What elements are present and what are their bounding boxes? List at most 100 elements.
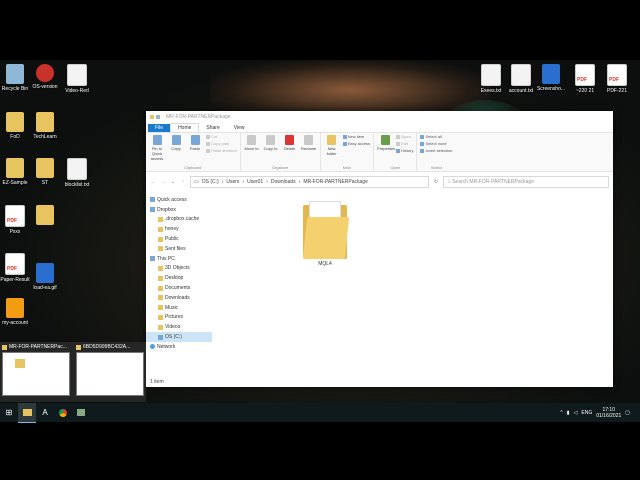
nav-item[interactable]: Network	[146, 342, 212, 352]
search-placeholder: Search MR-FOR-PARTNERPackage	[452, 179, 534, 185]
app-a-taskbar-icon[interactable]: A	[36, 403, 54, 422]
copy-path-icon	[206, 141, 210, 146]
invert-selection-button[interactable]: Invert selection	[420, 148, 452, 153]
notification-icon[interactable]: ▢	[625, 410, 630, 416]
history-button[interactable]: History	[396, 148, 413, 153]
thumbnail-window[interactable]: MR-FOR-PARTNERPac...	[2, 344, 70, 400]
star-icon	[150, 197, 155, 203]
rename-button[interactable]: Rename	[301, 134, 317, 151]
desktop-icon[interactable]: load-ea.gif	[24, 263, 66, 291]
file-icon	[36, 64, 54, 82]
new-item-icon	[342, 134, 347, 139]
move-to-button[interactable]: Move to	[244, 134, 260, 151]
desktop-icon[interactable]: my-account	[0, 298, 36, 326]
breadcrumb-item[interactable]: Downloads	[271, 179, 296, 185]
breadcrumb-item[interactable]: User01	[247, 179, 263, 185]
quick-access-toolbar-icon[interactable]	[156, 114, 160, 119]
chrome-taskbar-icon[interactable]	[54, 403, 72, 422]
tab-home[interactable]: Home	[170, 123, 200, 132]
tab-share[interactable]: Share	[199, 124, 226, 132]
group-label: Open	[390, 165, 401, 170]
thumbnail-title: MR-FOR-PARTNERPac...	[9, 344, 67, 350]
taskbar-thumbnails: MR-FOR-PARTNERPac... 6BD5D999BC432A...	[0, 342, 146, 402]
desktop-icon-label: TechLearn	[33, 134, 57, 140]
new-folder-button[interactable]: New folder	[324, 134, 340, 156]
thumbnail-window[interactable]: 6BD5D999BC432A...	[76, 344, 144, 400]
open-button[interactable]: Open	[396, 134, 413, 139]
nav-item[interactable]: .dropbox.cache	[146, 215, 212, 225]
delete-button[interactable]: Delete	[282, 134, 298, 151]
chevron-down-icon[interactable]: ⌄	[170, 179, 176, 185]
chevron-right-icon: ›	[266, 179, 268, 185]
pin-quick-access-button[interactable]: Pin to Quick access	[149, 134, 165, 161]
refresh-icon[interactable]: ↻	[433, 179, 439, 185]
forward-arrow-icon[interactable]: →	[160, 179, 166, 185]
select-none-button[interactable]: Select none	[420, 141, 452, 146]
up-arrow-icon[interactable]: ↑	[180, 179, 186, 185]
desktop-icon[interactable]: Video-Red	[56, 64, 98, 94]
folder-item[interactable]: MQL4	[300, 201, 350, 267]
copy-to-button[interactable]: Copy to	[263, 134, 279, 151]
breadcrumb-item[interactable]: MR-FOR-PARTNERPackage	[303, 179, 368, 185]
app-taskbar-icon[interactable]	[72, 403, 90, 422]
nav-item[interactable]: Documents	[146, 283, 212, 293]
edit-icon	[396, 141, 401, 146]
chevron-up-icon[interactable]: ^	[560, 410, 562, 416]
nav-item[interactable]: 3D Objects	[146, 264, 212, 274]
nav-item[interactable]: Desktop	[146, 273, 212, 283]
folder-icon	[158, 324, 163, 330]
desktop-icon[interactable]: blocklist.txt	[56, 158, 98, 188]
nav-item[interactable]: This PC	[146, 254, 212, 264]
search-input[interactable]: ⌕ Search MR-FOR-PARTNERPackage	[443, 176, 609, 188]
nav-item-label: Videos	[165, 324, 181, 331]
folder-name: MQL4	[318, 261, 332, 267]
pc-icon: ▭	[194, 179, 199, 185]
nav-item[interactable]: Quick access	[146, 195, 212, 205]
nav-item[interactable]: Public	[146, 234, 212, 244]
language-indicator[interactable]: ENG	[581, 410, 592, 416]
folder-icon	[158, 305, 163, 311]
paste-button[interactable]: Paste	[187, 134, 203, 151]
nav-item[interactable]: honey	[146, 224, 212, 234]
volume-icon[interactable]: ◁	[574, 410, 578, 416]
breadcrumb-item[interactable]: OS (C:)	[202, 179, 219, 185]
desktop-icon[interactable]	[24, 205, 66, 227]
new-item-button[interactable]: New item	[342, 134, 370, 139]
nav-item[interactable]: Sent files	[146, 244, 212, 254]
nav-item[interactable]: Dropbox	[146, 205, 212, 215]
desktop-icon[interactable]: PDF-221	[596, 64, 638, 94]
copy-button[interactable]: Copy	[168, 134, 184, 151]
title-bar: MR-FOR-PARTNERPackage	[146, 111, 613, 122]
tab-file[interactable]: File	[148, 124, 171, 132]
clock[interactable]: 17:10 01/16/2021	[596, 407, 621, 419]
tab-view[interactable]: View	[227, 124, 252, 132]
cut-button[interactable]: Cut	[206, 134, 237, 139]
nav-item-label: This PC	[157, 255, 175, 262]
file-list: MQL4	[212, 193, 613, 379]
desktop-icon[interactable]: TechLearn	[24, 112, 66, 140]
nav-item[interactable]: Videos	[146, 322, 212, 332]
windows-start-icon[interactable]: ⊞	[0, 403, 18, 422]
edit-button[interactable]: Edit	[396, 141, 413, 146]
folder-icon	[158, 285, 163, 291]
nav-item[interactable]: Music	[146, 303, 212, 313]
paste-shortcut-button[interactable]: Paste shortcut	[206, 148, 237, 153]
open-icon	[396, 134, 401, 139]
select-all-button[interactable]: Select all	[420, 134, 452, 139]
pc-icon	[150, 256, 155, 262]
easy-access-button[interactable]: Easy access	[342, 141, 370, 146]
breadcrumb-item[interactable]: Users	[226, 179, 239, 185]
copy-path-button[interactable]: Copy path	[206, 141, 237, 146]
file-icon	[6, 64, 24, 84]
nav-item[interactable]: OS (C:)	[146, 332, 212, 342]
properties-button[interactable]: Properties	[377, 134, 395, 151]
file-explorer-taskbar-icon[interactable]	[18, 402, 36, 423]
chevron-right-icon: ›	[242, 179, 245, 185]
address-bar-row: ← → ⌄ ↑ ▭ OS (C:) › Users › User01 › Downlo…	[146, 175, 613, 189]
back-arrow-icon[interactable]: ←	[150, 179, 156, 185]
network-icon[interactable]: ▮	[567, 410, 570, 416]
address-bar[interactable]: ▭ OS (C:) › Users › User01 › Downloads › MR-…	[190, 176, 429, 188]
nav-item[interactable]: Pictures	[146, 313, 212, 323]
document-icon	[511, 64, 531, 86]
nav-item[interactable]: Downloads	[146, 293, 212, 303]
